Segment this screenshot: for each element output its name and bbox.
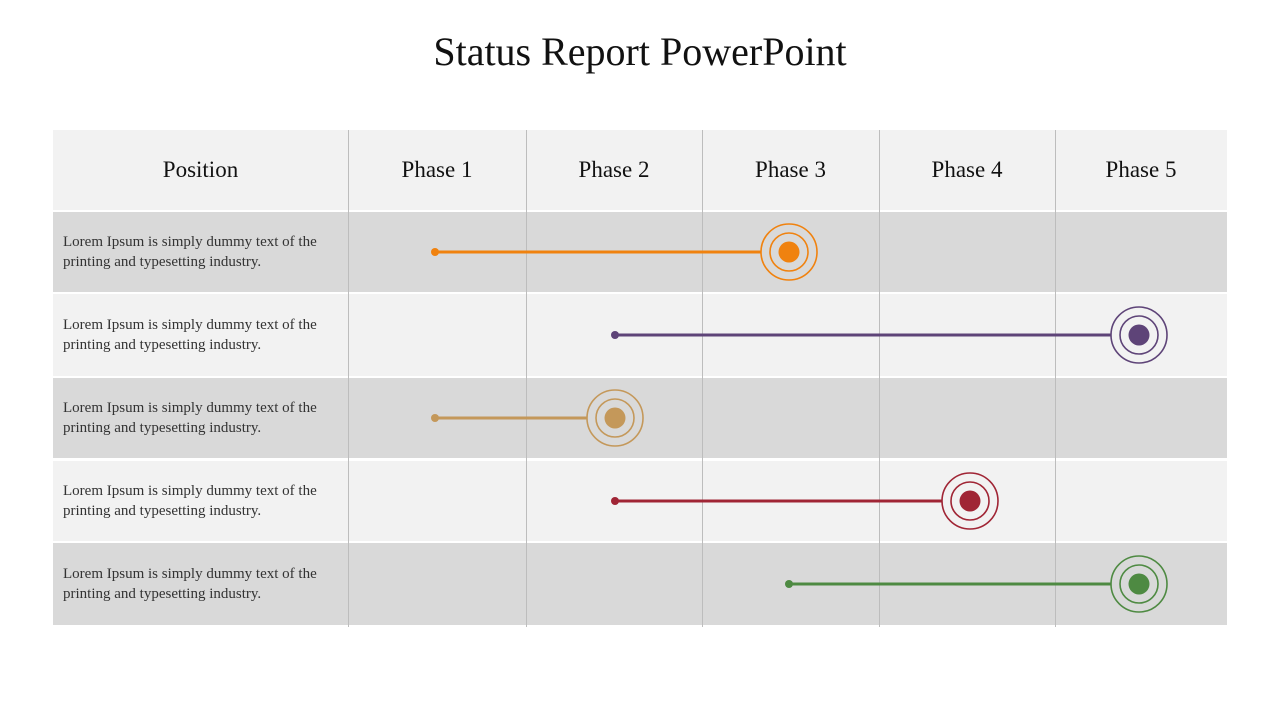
header-position: Position (162, 157, 239, 182)
column-divider (702, 130, 703, 627)
position-cell: Lorem Ipsum is simply dummy text of the … (53, 543, 348, 625)
position-cell: Lorem Ipsum is simply dummy text of the … (53, 378, 348, 458)
position-cell: Lorem Ipsum is simply dummy text of the … (53, 461, 348, 541)
position-text: Lorem Ipsum is simply dummy text of the … (63, 400, 317, 436)
table-row: Lorem Ipsum is simply dummy text of the … (53, 294, 1227, 376)
column-divider (1055, 130, 1056, 627)
header-phase-3: Phase 3 (755, 157, 826, 182)
position-text: Lorem Ipsum is simply dummy text of the … (63, 566, 317, 602)
table-row: Lorem Ipsum is simply dummy text of the … (53, 461, 1227, 541)
header-row: Position Phase 1 Phase 2 Phase 3 Phase 4… (53, 130, 1227, 210)
header-phase-5: Phase 5 (1105, 157, 1177, 182)
slide-title: Status Report PowerPoint (433, 29, 847, 74)
header-phase-4: Phase 4 (931, 157, 1003, 182)
column-divider (526, 130, 527, 627)
position-cell: Lorem Ipsum is simply dummy text of the … (53, 212, 348, 292)
header-phase-2: Phase 2 (578, 157, 650, 182)
table-row: Lorem Ipsum is simply dummy text of the … (53, 543, 1227, 625)
position-text: Lorem Ipsum is simply dummy text of the … (63, 483, 317, 519)
header-phase-1: Phase 1 (401, 157, 473, 182)
table-row: Lorem Ipsum is simply dummy text of the … (53, 378, 1227, 458)
position-cell: Lorem Ipsum is simply dummy text of the … (53, 294, 348, 376)
table-row: Lorem Ipsum is simply dummy text of the … (53, 212, 1227, 292)
column-divider (348, 130, 349, 627)
column-divider (879, 130, 880, 627)
position-text: Lorem Ipsum is simply dummy text of the … (63, 234, 317, 270)
position-text: Lorem Ipsum is simply dummy text of the … (63, 317, 317, 353)
